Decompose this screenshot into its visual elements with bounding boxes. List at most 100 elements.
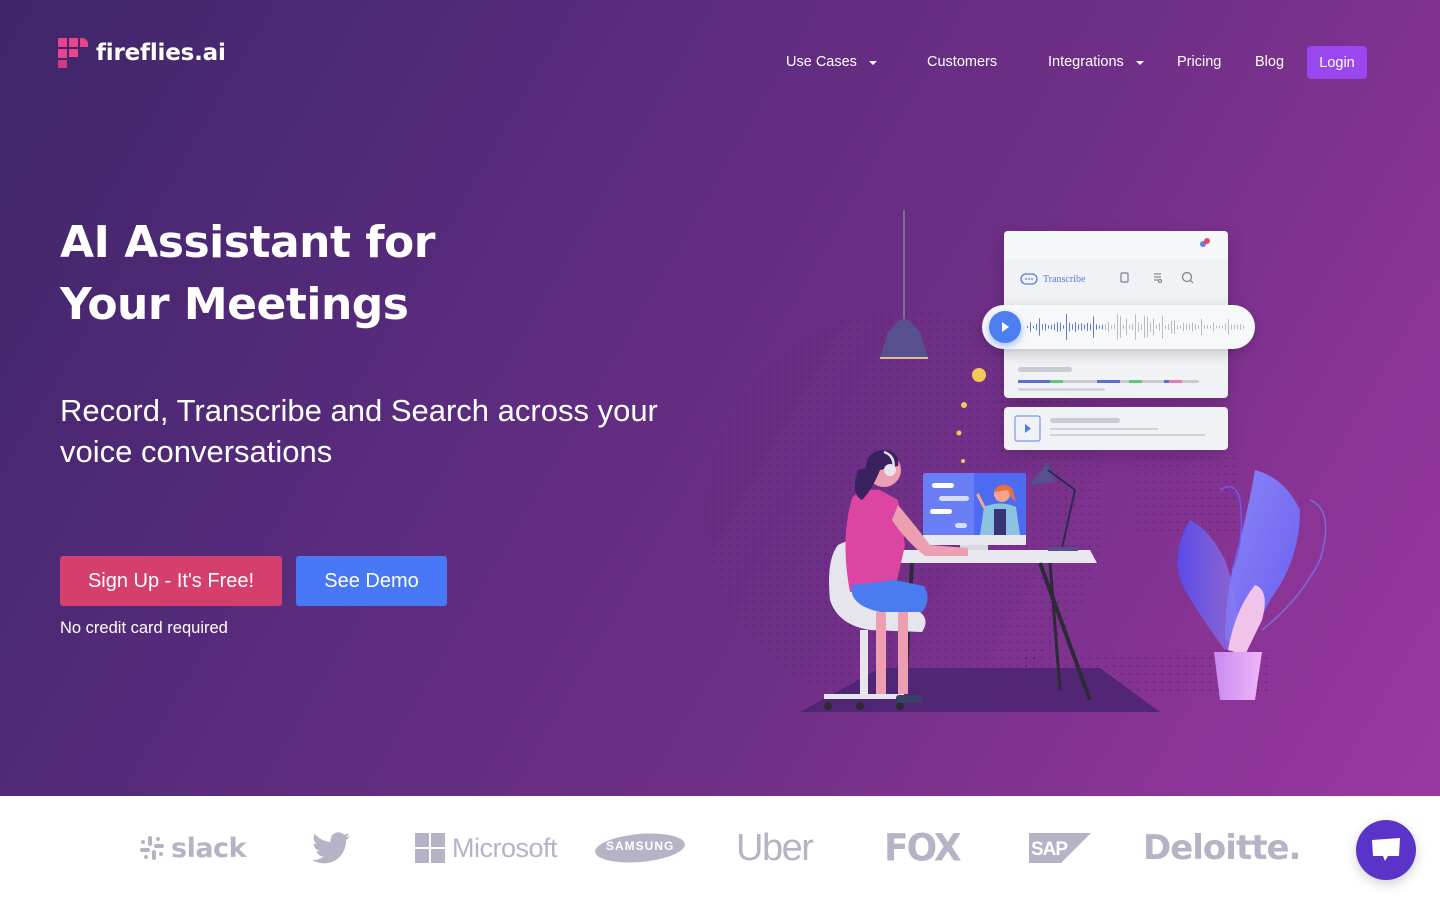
waveform-bar bbox=[1162, 315, 1163, 339]
waveform-bar bbox=[1081, 323, 1082, 331]
twitter-bird-icon bbox=[312, 832, 350, 864]
waveform-bar bbox=[1180, 325, 1181, 329]
nav-label: Pricing bbox=[1177, 54, 1222, 70]
waveform-bar bbox=[1090, 323, 1091, 331]
slack-logo: slack bbox=[139, 796, 247, 900]
waveform-bar bbox=[1084, 324, 1085, 330]
waveform-bar bbox=[1141, 324, 1142, 330]
waveform-bar bbox=[1051, 324, 1052, 330]
play-button bbox=[989, 311, 1021, 343]
waveform-bar bbox=[1165, 324, 1166, 330]
customer-logos-bar: slack Microsoft SAMSUNG Uber FOX SAP SAP… bbox=[0, 796, 1440, 900]
nav-customers[interactable]: Customers bbox=[927, 46, 997, 78]
waveform-bar bbox=[1069, 322, 1070, 332]
waveform-bar bbox=[1171, 320, 1172, 334]
microsoft-icon bbox=[415, 833, 445, 863]
nav-pricing[interactable]: Pricing bbox=[1177, 46, 1221, 78]
nav-blog[interactable]: Blog bbox=[1255, 46, 1284, 78]
floor-shadow bbox=[800, 668, 1160, 712]
waveform-bar bbox=[1048, 325, 1049, 329]
app-preview-card bbox=[1004, 231, 1228, 398]
main-nav: Use Cases Customers Integrations Pricing… bbox=[0, 46, 1440, 78]
waveform-bar bbox=[1174, 320, 1175, 334]
deloitte-wordmark: Deloitte. bbox=[1143, 828, 1301, 868]
dotted-patch bbox=[1020, 650, 1270, 695]
play-icon bbox=[1002, 322, 1009, 332]
nav-use-cases[interactable]: Use Cases bbox=[786, 46, 877, 78]
decor-dot bbox=[972, 368, 986, 382]
waveform-bar bbox=[1102, 324, 1103, 330]
search-icon bbox=[1181, 271, 1194, 284]
deloitte-logo: Deloitte. bbox=[1143, 796, 1301, 900]
waveform-bar bbox=[1150, 322, 1151, 332]
headline-line-2: Your Meetings bbox=[60, 279, 409, 330]
waveform-bar bbox=[1027, 326, 1028, 328]
waveform-bar bbox=[1135, 314, 1136, 340]
waveform-bar bbox=[1087, 322, 1088, 332]
waveform-bar bbox=[1153, 318, 1154, 336]
recording-list-card bbox=[1004, 407, 1228, 450]
waveform-bar bbox=[1237, 324, 1238, 330]
waveform-bar bbox=[1195, 324, 1196, 330]
twitter-logo bbox=[312, 796, 350, 900]
waveform-bar bbox=[1096, 324, 1097, 330]
desk-lamp bbox=[1030, 462, 1055, 485]
waveform-bar bbox=[1093, 316, 1094, 338]
desk bbox=[896, 550, 1097, 563]
waveform-bar bbox=[1123, 324, 1124, 330]
waveform-bar bbox=[1222, 325, 1223, 329]
waveform-bar bbox=[1204, 325, 1205, 329]
chat-icon bbox=[1372, 838, 1400, 861]
waveform-bar bbox=[1132, 323, 1133, 331]
login-button[interactable]: Login bbox=[1307, 46, 1367, 79]
uber-logo: Uber bbox=[736, 796, 814, 900]
waveform-bar bbox=[1213, 322, 1214, 332]
samsung-logo: SAMSUNG bbox=[594, 796, 686, 900]
waveform-bar bbox=[1072, 324, 1073, 330]
waveform-bar bbox=[1042, 324, 1043, 330]
waveform-bar bbox=[1138, 322, 1139, 332]
waveform-bar bbox=[1039, 318, 1040, 336]
nav-label: Customers bbox=[927, 54, 998, 70]
waveform-bar bbox=[1075, 322, 1076, 332]
monitor bbox=[923, 473, 1026, 535]
chat-bubble-icon bbox=[1020, 273, 1038, 285]
waveform-bar bbox=[1192, 322, 1193, 332]
waveform-bar bbox=[1147, 316, 1148, 338]
waveform-bar bbox=[1120, 315, 1121, 339]
microsoft-wordmark: Microsoft bbox=[452, 832, 558, 863]
sap-icon: SAP bbox=[1029, 833, 1091, 863]
waveform-bar bbox=[1225, 323, 1226, 331]
waveform-bar bbox=[1057, 322, 1058, 332]
waveform-bar bbox=[1063, 325, 1064, 329]
waveform-bar bbox=[1228, 319, 1229, 335]
nav-integrations[interactable]: Integrations bbox=[1048, 46, 1144, 78]
dotted-background-circle bbox=[705, 310, 1105, 710]
dotted-patch bbox=[1135, 455, 1235, 535]
waveform-bar bbox=[1159, 323, 1160, 331]
waveform-bar bbox=[1114, 324, 1115, 330]
see-demo-button[interactable]: See Demo bbox=[296, 556, 447, 606]
waveform-bar bbox=[1126, 318, 1127, 336]
waveform-bar bbox=[1207, 325, 1208, 329]
nav-label: Integrations bbox=[1048, 54, 1124, 70]
hero-subheadline: Record, Transcribe and Search across you… bbox=[60, 393, 658, 469]
waveform-bar bbox=[1066, 314, 1067, 340]
chevron-down-icon bbox=[1135, 60, 1144, 65]
hero-section: fireflies.ai Use Cases Customers Integra… bbox=[0, 0, 1440, 796]
chat-widget-button[interactable] bbox=[1356, 820, 1416, 880]
plant bbox=[1225, 470, 1300, 650]
waveform-bar bbox=[1060, 322, 1061, 332]
slack-icon bbox=[140, 836, 164, 860]
samsung-wordmark: SAMSUNG bbox=[606, 839, 675, 853]
notification-icon bbox=[1200, 241, 1206, 247]
waveform-bar bbox=[1033, 325, 1034, 329]
waveform-bar bbox=[1117, 314, 1118, 340]
nav-label: Blog bbox=[1255, 54, 1285, 70]
notes-icon bbox=[1120, 272, 1129, 283]
signup-button[interactable]: Sign Up - It's Free! bbox=[60, 556, 282, 606]
waveform-bar bbox=[1045, 323, 1046, 331]
audio-player bbox=[982, 305, 1255, 349]
nav-label: Use Cases bbox=[786, 54, 857, 70]
waveform-bar bbox=[1183, 322, 1184, 332]
